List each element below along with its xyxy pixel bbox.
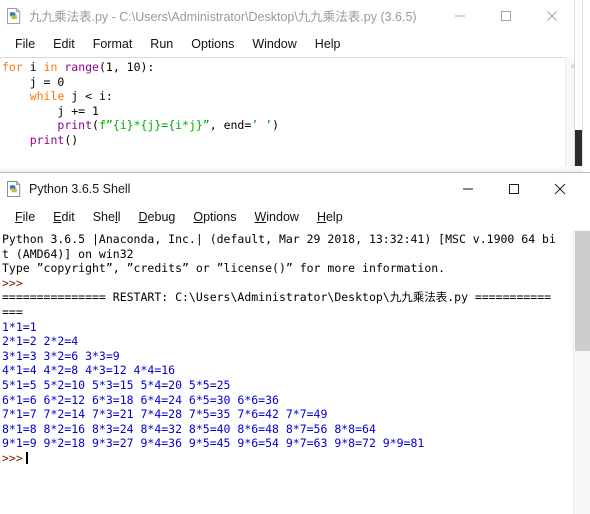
shell-line: 1*1=1 xyxy=(2,319,37,334)
shell-line: 7*1=7 7*2=14 7*3=21 7*4=28 7*5=35 7*6=42… xyxy=(2,407,328,422)
shell-line: 3*1=3 3*2=6 3*3=9 xyxy=(2,348,120,363)
shell-line: === xyxy=(2,304,23,319)
shell-titlebar[interactable]: Python 3.6.5 Shell xyxy=(0,173,590,204)
idle-shell-window: Python 3.6.5 Shell File Edit Shell Debug Opt… xyxy=(0,172,590,514)
shell-line: Type ”copyright”, ”credits” or ”license(… xyxy=(2,261,446,276)
minimize-icon[interactable] xyxy=(437,0,483,31)
menu-item-help[interactable]: Help xyxy=(306,34,350,54)
code-line: j = 0 xyxy=(2,74,65,89)
code-line: for i in range(1, 10): xyxy=(2,60,155,74)
menu-item-window[interactable]: Window xyxy=(243,34,305,54)
editor-menubar: File Edit Format Run Options Window Help xyxy=(0,31,582,57)
shell-menubar: File Edit Shell Debug Options Window Help xyxy=(0,204,590,230)
menu-item-edit[interactable]: Edit xyxy=(44,34,84,54)
menu-item-options[interactable]: Options xyxy=(184,207,245,227)
shell-line: =============== RESTART: C:\Users\Admini… xyxy=(2,290,552,305)
menu-item-file[interactable]: File xyxy=(6,34,44,54)
code-line: print() xyxy=(29,132,79,147)
python-idle-file-icon xyxy=(5,7,23,25)
menu-item-debug[interactable]: Debug xyxy=(130,207,185,227)
shell-line: t (AMD64)] on win32 xyxy=(2,246,134,261)
shell-line: Python 3.6.5 |Anaconda, Inc.| (default, … xyxy=(2,232,556,246)
shell-line: 4*1=4 4*2=8 4*3=12 4*4=16 xyxy=(2,363,176,378)
shell-output-area[interactable]: Python 3.6.5 |Anaconda, Inc.| (default, … xyxy=(0,230,573,514)
menu-item-options[interactable]: Options xyxy=(182,34,243,54)
maximize-icon[interactable] xyxy=(483,0,529,31)
menu-item-edit[interactable]: Edit xyxy=(44,207,84,227)
close-icon[interactable] xyxy=(529,0,575,31)
editor-code-area[interactable]: for i in range(1, 10): j = 0 while j < i… xyxy=(0,57,566,172)
close-icon[interactable] xyxy=(537,173,583,204)
code-line: print(f”{i}*{j}={i*j}”, end=’ ’) xyxy=(57,118,279,133)
menu-item-window[interactable]: Window xyxy=(245,207,307,227)
scrollbar-thumb[interactable] xyxy=(575,231,590,351)
shell-line: >>> xyxy=(2,451,573,466)
editor-right-gutter xyxy=(574,0,582,172)
idle-editor-window: 九九乘法表.py - C:\Users\Administrator\Deskto… xyxy=(0,0,583,172)
shell-line: 6*1=6 6*2=12 6*3=18 6*4=24 6*5=30 6*6=36 xyxy=(2,392,279,407)
shell-line: 9*1=9 9*2=18 9*3=27 9*4=36 9*5=45 9*6=54… xyxy=(2,436,425,451)
shell-window-controls xyxy=(445,173,583,204)
shell-line: 5*1=5 5*2=10 5*3=15 5*4=20 5*5=25 xyxy=(2,377,231,392)
maximize-icon[interactable] xyxy=(491,173,537,204)
code-line: j += 1 xyxy=(2,103,99,118)
shell-line: 8*1=8 8*2=16 8*3=24 8*4=32 8*5=40 8*6=48… xyxy=(2,421,376,436)
menu-item-run[interactable]: Run xyxy=(141,34,182,54)
editor-window-controls xyxy=(437,0,575,31)
menu-item-file[interactable]: File xyxy=(6,207,44,227)
code-line: while j < i: xyxy=(29,89,113,104)
shell-line: >>> xyxy=(2,275,23,290)
shell-vertical-scrollbar[interactable] xyxy=(573,230,590,514)
shell-line: 2*1=2 2*2=4 xyxy=(2,334,79,349)
menu-item-format[interactable]: Format xyxy=(84,34,142,54)
text-cursor xyxy=(25,451,28,464)
editor-title-text: 九九乘法表.py - C:\Users\Administrator\Deskto… xyxy=(29,10,417,24)
shell-title-text: Python 3.6.5 Shell xyxy=(29,181,131,196)
menu-item-help[interactable]: Help xyxy=(308,207,352,227)
editor-titlebar[interactable]: 九九乘法表.py - C:\Users\Administrator\Deskto… xyxy=(0,0,582,31)
python-idle-file-icon xyxy=(5,180,23,198)
minimize-icon[interactable] xyxy=(445,173,491,204)
menu-item-shell[interactable]: Shell xyxy=(84,207,130,227)
